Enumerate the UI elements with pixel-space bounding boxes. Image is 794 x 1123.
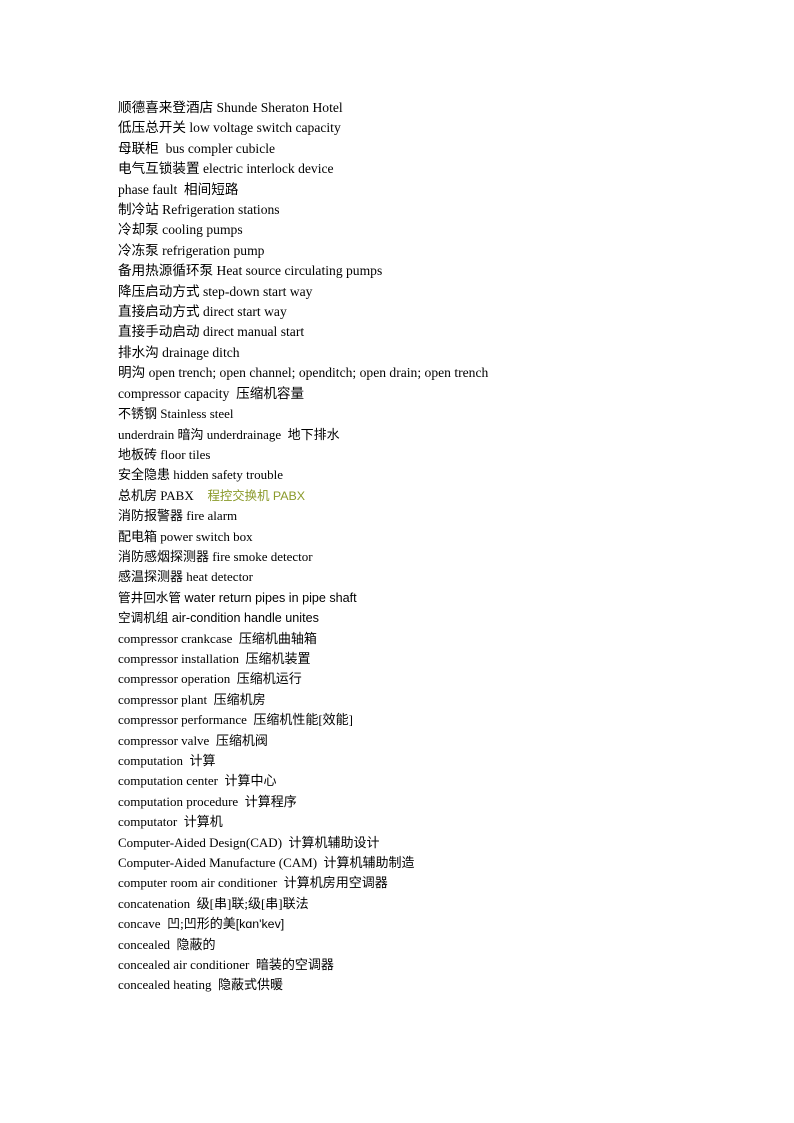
glossary-entry-text: computator 计算机 [118,814,223,830]
glossary-entry-text: computation center 计算中心 [118,773,277,789]
glossary-entry-text: concealed air conditioner 暗装的空调器 [118,957,334,973]
glossary-entry-text: concealed heating 隐蔽式供暖 [118,977,283,993]
glossary-entry-text: 不锈钢 Stainless steel [118,406,234,422]
glossary-entry: concatenation 级[串]联;级[串]联法 [118,894,738,914]
glossary-entry-text: 空调机组 air-condition handle unites [118,611,319,626]
glossary-entry: compressor performance 压缩机性能[效能] [118,710,738,730]
glossary-entry: 直接启动方式 direct start way [118,302,738,322]
glossary-entry: phase fault 相间短路 [118,180,738,200]
glossary-entry: 冷冻泵 refrigeration pump [118,241,738,261]
glossary-entry-text: computation 计算 [118,753,216,768]
glossary-entry-pronunciation: [kɑn'kev] [235,917,285,932]
glossary-entry-text: compressor performance 压缩机性能[效能] [118,712,354,728]
glossary-entry-text: 明沟 open trench; open channel; openditch;… [118,365,489,381]
glossary-entry-text: 冷却泵 cooling pumps [118,222,243,238]
glossary-entry-text: 感温探测器 heat detector [118,569,254,585]
glossary-list: 顺德喜来登酒店 Shunde Sheraton Hotel 低压总开关 low v… [118,98,738,996]
glossary-entry-text: 消防感烟探测器 fire smoke detector [118,548,313,564]
glossary-entry: 消防报警器 fire alarm [118,506,738,526]
glossary-entry: concave 凹;凹形的美[kɑn'kev] [118,914,738,934]
glossary-entry: 不锈钢 Stainless steel [118,404,738,424]
glossary-entry-text: computation procedure 计算程序 [118,793,297,809]
glossary-entry: computation procedure 计算程序 [118,792,738,812]
glossary-entry-text: Computer-Aided Manufacture (CAM) 计算机辅助制造 [118,855,415,871]
glossary-entry: 备用热源循环泵 Heat source circulating pumps [118,261,738,281]
glossary-entry-text: 顺德喜来登酒店 Shunde Sheraton Hotel [118,100,343,115]
glossary-entry: concealed 隐蔽的 [118,935,738,955]
glossary-entry-text: 安全隐患 hidden safety trouble [118,467,283,483]
glossary-entry: 安全隐患 hidden safety trouble [118,465,738,485]
glossary-entry: 直接手动启动 direct manual start [118,322,738,342]
glossary-entry: compressor plant 压缩机房 [118,690,738,710]
glossary-entry-text: phase fault 相间短路 [118,181,239,197]
glossary-entry-text: compressor plant 压缩机房 [118,691,266,707]
glossary-entry-text: 降压启动方式 step-down start way [118,283,313,299]
glossary-entry: 明沟 open trench; open channel; openditch;… [118,363,738,383]
glossary-entry: 配电箱 power switch box [118,527,738,547]
glossary-entry-text: compressor crankcase 压缩机曲轴箱 [118,630,317,646]
glossary-entry: computation 计算 [118,751,738,771]
glossary-entry-text: concealed 隐蔽的 [118,936,216,952]
glossary-entry-text: 直接手动启动 direct manual start [118,324,305,340]
glossary-entry: 排水沟 drainage ditch [118,343,738,363]
glossary-entry-text: 消防报警器 fire alarm [118,508,238,524]
glossary-entry: 电气互锁装置 electric interlock device [118,159,738,179]
glossary-entry-text: 总机房 PABX [118,487,194,503]
glossary-entry: computator 计算机 [118,812,738,832]
glossary-entry: 总机房 PABX 程控交换机 PABX [118,486,738,506]
glossary-entry: 感温探测器 heat detector [118,567,738,587]
glossary-entry: 制冷站 Refrigeration stations [118,200,738,220]
glossary-entry: computation center 计算中心 [118,771,738,791]
glossary-entry-text: compressor valve 压缩机阀 [118,732,268,748]
glossary-entry-annotation: 程控交换机 PABX [193,488,306,503]
glossary-entry: concealed heating 隐蔽式供暖 [118,975,738,995]
glossary-entry-text: Computer-Aided Design(CAD) 计算机辅助设计 [118,834,380,850]
glossary-entry: compressor capacity 压缩机容量 [118,384,738,404]
glossary-entry-text: 地板砖 floor tiles [118,446,211,462]
glossary-entry-text: compressor capacity 压缩机容量 [118,385,305,401]
glossary-entry-text: 直接启动方式 direct start way [118,304,287,320]
glossary-entry: 空调机组 air-condition handle unites [118,608,738,628]
glossary-entry: compressor installation 压缩机装置 [118,649,738,669]
glossary-entry-text: 冷冻泵 refrigeration pump [118,242,265,258]
glossary-entry-text: compressor operation 压缩机运行 [118,671,302,687]
glossary-entry: 降压启动方式 step-down start way [118,282,738,302]
glossary-entry: compressor crankcase 压缩机曲轴箱 [118,629,738,649]
glossary-entry: 顺德喜来登酒店 Shunde Sheraton Hotel [118,98,738,118]
glossary-entry-text: 电气互锁装置 electric interlock device [118,161,334,177]
glossary-entry: 地板砖 floor tiles [118,445,738,465]
glossary-entry: compressor valve 压缩机阀 [118,731,738,751]
glossary-entry-text: computer room air conditioner 计算机房用空调器 [118,875,388,891]
glossary-entry: 低压总开关 low voltage switch capacity [118,118,738,138]
glossary-entry-text: 配电箱 power switch box [118,528,253,544]
glossary-entry: 管井回水管 water return pipes in pipe shaft [118,588,738,608]
glossary-entry: 冷却泵 cooling pumps [118,220,738,240]
glossary-entry-text: underdrain 暗沟 underdrainage 地下排水 [118,426,340,442]
glossary-entry: underdrain 暗沟 underdrainage 地下排水 [118,425,738,445]
glossary-entry: computer room air conditioner 计算机房用空调器 [118,873,738,893]
glossary-entry: Computer-Aided Design(CAD) 计算机辅助设计 [118,833,738,853]
glossary-entry-text: 管井回水管 water return pipes in pipe shaft [118,590,357,605]
glossary-entry-text: concatenation 级[串]联;级[串]联法 [118,895,309,911]
glossary-entry: compressor operation 压缩机运行 [118,669,738,689]
glossary-entry-text: concave 凹;凹形的美 [118,916,236,932]
glossary-entry-text: 母联柜 bus compler cubicle [118,140,276,156]
glossary-entry: concealed air conditioner 暗装的空调器 [118,955,738,975]
glossary-entry: 消防感烟探测器 fire smoke detector [118,547,738,567]
glossary-entry: Computer-Aided Manufacture (CAM) 计算机辅助制造 [118,853,738,873]
glossary-entry-text: compressor installation 压缩机装置 [118,650,311,666]
glossary-entry-text: 备用热源循环泵 Heat source circulating pumps [118,263,383,279]
glossary-entry-text: 排水沟 drainage ditch [118,344,240,360]
document-page: 顺德喜来登酒店 Shunde Sheraton Hotel 低压总开关 low v… [0,0,794,1123]
glossary-entry: 母联柜 bus compler cubicle [118,139,738,159]
glossary-entry-text: 制冷站 Refrigeration stations [118,202,280,218]
glossary-entry-text: 低压总开关 low voltage switch capacity [118,120,341,136]
